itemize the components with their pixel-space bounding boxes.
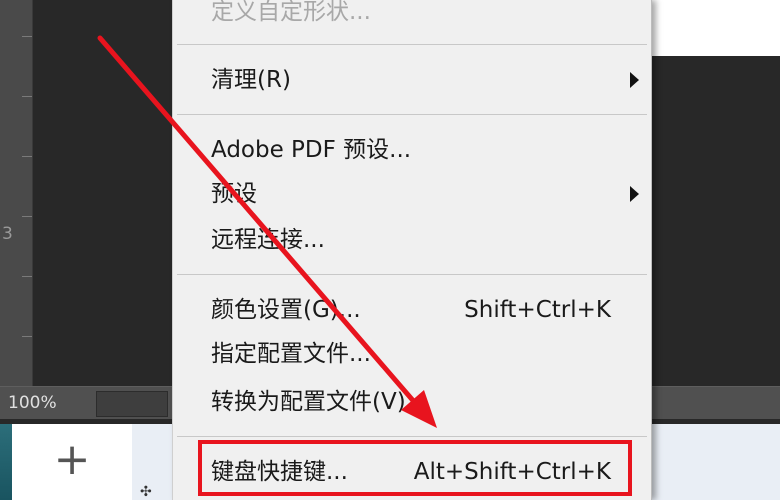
arrow-shaft xyxy=(97,35,419,407)
annotation-arrow-icon xyxy=(97,35,437,428)
